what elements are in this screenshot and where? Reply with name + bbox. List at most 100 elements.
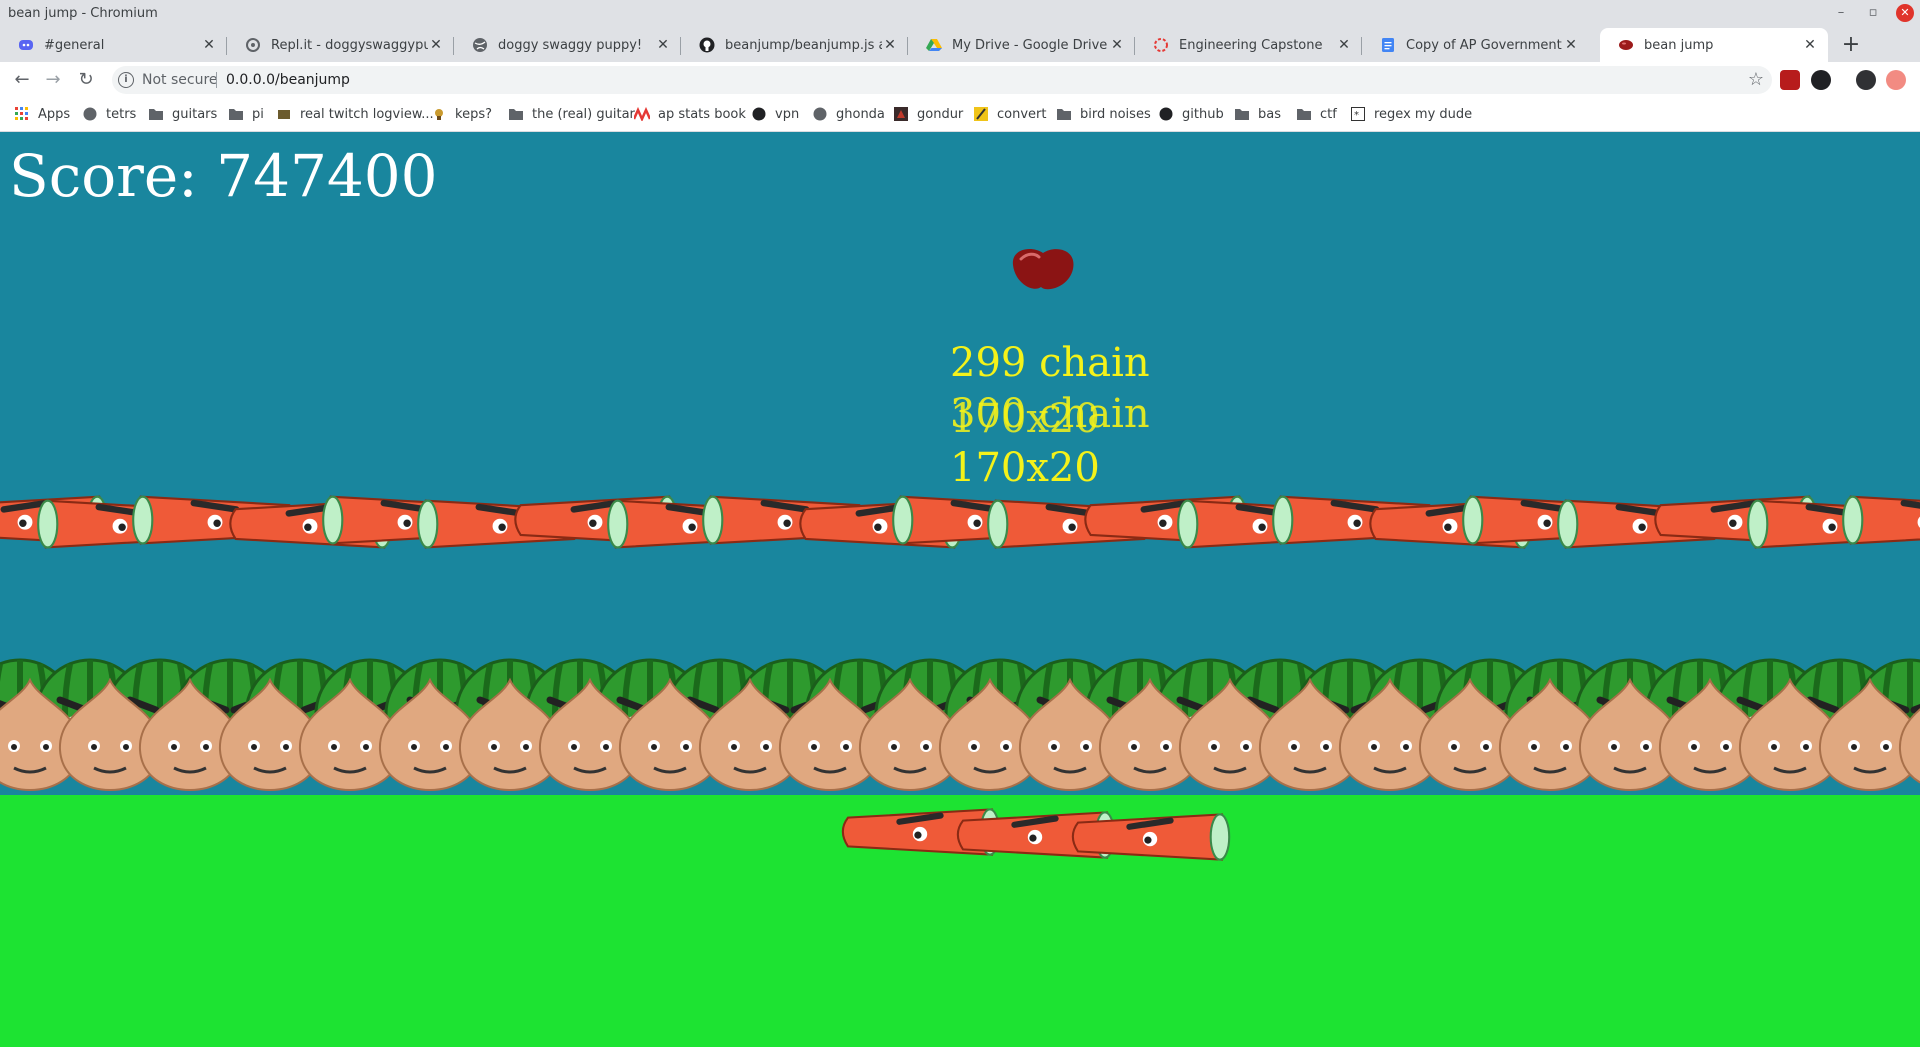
bookmark-label: ghonda [836,106,885,122]
svg-text:*: * [1354,110,1359,121]
browser-toolbar: ← → ↻ i Not secure 0.0.0.0/beanjump ☆ [0,62,1920,98]
folder-icon [1234,106,1250,122]
loading-icon [1153,37,1169,53]
address-bar[interactable]: i Not secure 0.0.0.0/beanjump ☆ [112,66,1772,94]
bookmark-ap-stats-book[interactable]: ap stats book [634,106,746,122]
update-icon[interactable] [1886,70,1906,90]
profile-avatar[interactable] [1856,70,1876,90]
close-tab-icon[interactable]: ✕ [1109,37,1125,53]
tab-bean-jump[interactable]: bean jump ✕ [1600,28,1828,62]
bookmark-icon [893,106,909,122]
bookmark-apps[interactable]: Apps [14,106,70,122]
onion-enemy [1898,708,1920,784]
bookmark-label: regex my dude [1374,106,1473,122]
chain-popup: 299 chain [950,340,1150,386]
tab-replit[interactable]: Repl.it - doggyswaggypuppy ✕ [227,28,454,62]
bookmark-bas[interactable]: bas [1234,106,1281,122]
score-display: Score: 747400 [9,142,438,210]
bookmark-bird-noises[interactable]: bird noises [1056,106,1151,122]
bookmark-tetrs[interactable]: tetrs [82,106,136,122]
new-tab-button[interactable]: + [1838,32,1864,58]
bookmark-guitars[interactable]: guitars [148,106,217,122]
tab-engineering-capstone[interactable]: Engineering Capstone ✕ [1135,28,1362,62]
tab-ap-government[interactable]: Copy of AP Government Mid ✕ [1362,28,1589,62]
tab-label: beanjump/beanjump.js at m [725,37,882,53]
bookmark-label: convert [997,106,1047,122]
extension-w-icon[interactable] [1811,70,1831,90]
discord-icon [18,37,34,53]
reload-icon[interactable]: ↻ [74,68,98,92]
github-icon [699,37,715,53]
close-tab-icon[interactable]: ✕ [428,37,444,53]
tab-label: My Drive - Google Drive [952,37,1108,53]
bookmark-icon [431,106,447,122]
close-tab-icon[interactable]: ✕ [882,37,898,53]
bookmark-label: real twitch logview... [300,106,434,122]
carrot-enemy [1071,813,1231,861]
security-status[interactable]: Not secure [142,72,218,88]
info-icon[interactable]: i [118,72,134,88]
bookmark-label: github [1182,106,1224,122]
bookmark-icon [973,106,989,122]
url-text[interactable]: 0.0.0.0/beanjump [226,72,350,88]
bookmark-label: the (real) guitar [532,106,635,122]
bookmark-regex-my-dude[interactable]: * regex my dude [1350,106,1472,122]
bookmark-convert[interactable]: convert [973,106,1046,122]
ublock-extension-icon[interactable] [1780,70,1800,90]
globe-icon [812,106,828,122]
minimize-icon[interactable]: – [1832,4,1850,22]
bookmark-label: vpn [775,106,800,122]
globe-icon [472,37,488,53]
tab-label: bean jump [1644,37,1714,53]
google-docs-icon [1380,37,1396,53]
close-tab-icon[interactable]: ✕ [1563,37,1579,53]
bookmark-label: bas [1258,106,1281,122]
carrot-enemy [1842,495,1920,545]
bookmark-real-guitar[interactable]: the (real) guitar [508,106,635,122]
tab-label: doggy swaggy puppy! [498,37,643,53]
tab-google-drive[interactable]: My Drive - Google Drive ✕ [908,28,1135,62]
game-canvas[interactable]: Score: 747400 299 chain 300 chain 170x20… [0,132,1920,1047]
bookmark-ghonda[interactable]: ghonda [812,106,885,122]
bookmark-icon [634,106,650,122]
back-icon[interactable]: ← [10,68,34,92]
bookmark-label: keps? [455,106,492,122]
bookmark-ctf[interactable]: ctf [1296,106,1337,122]
tab-label: Repl.it - doggyswaggypuppy [271,37,428,53]
tab-doggy-swaggy-puppy[interactable]: doggy swaggy puppy! ✕ [454,28,681,62]
multiplier-popup: 170x20 [950,396,1100,442]
bookmark-vpn[interactable]: vpn [751,106,799,122]
close-window-icon[interactable]: ✕ [1896,4,1914,22]
tab-github-beanjump[interactable]: beanjump/beanjump.js at m ✕ [681,28,908,62]
bookmark-label: Apps [38,106,71,122]
bookmark-label: tetrs [106,106,137,122]
bookmark-github[interactable]: github [1158,106,1224,122]
bookmarks-bar: Apps tetrs guitars pi real twitch logvie… [0,98,1920,132]
apps-grid-icon [14,106,30,122]
bookmark-twitch-logviewer[interactable]: real twitch logview... [276,106,434,122]
tab-label: #general [44,37,105,53]
bean-icon [1618,37,1634,53]
bookmark-pi[interactable]: pi [228,106,264,122]
maximize-icon[interactable]: ▫ [1864,4,1882,22]
window-title: bean jump - Chromium [8,6,158,21]
replit-icon [245,37,261,53]
close-tab-icon[interactable]: ✕ [655,37,671,53]
window-controls: – ▫ ✕ [1832,4,1914,22]
github-icon [751,106,767,122]
bookmark-keps[interactable]: keps? [431,106,492,122]
bookmark-star-icon[interactable]: ☆ [1748,69,1764,90]
bookmark-gondur[interactable]: gondur [893,106,963,122]
tab-general[interactable]: #general ✕ [0,28,227,62]
google-drive-icon [926,37,942,53]
window-titlebar: bean jump - Chromium – ▫ ✕ [0,0,1920,28]
forward-icon[interactable]: → [41,68,65,92]
github-icon [1158,106,1174,122]
bookmark-label: pi [252,106,264,122]
tab-label: Engineering Capstone [1179,37,1323,53]
close-tab-icon[interactable]: ✕ [201,37,217,53]
bookmark-label: gondur [917,106,964,122]
bookmark-label: bird noises [1080,106,1151,122]
close-tab-icon[interactable]: ✕ [1336,37,1352,53]
close-tab-icon[interactable]: ✕ [1802,37,1818,53]
